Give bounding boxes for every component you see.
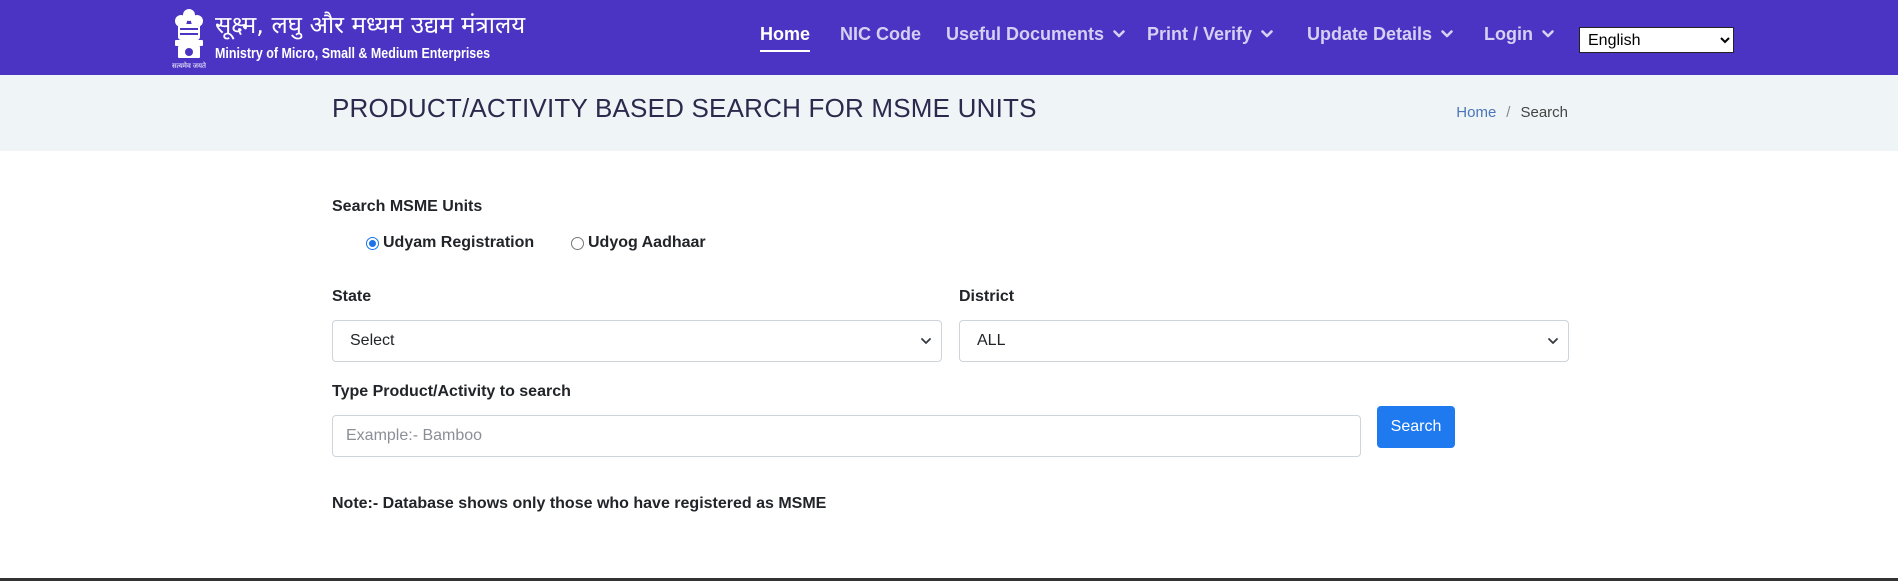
nav-login-label: Login — [1484, 23, 1533, 44]
district-select-value: ALL — [977, 332, 1006, 349]
breadcrumb-home-link[interactable]: Home — [1456, 104, 1496, 121]
radio-udyam-registration[interactable]: Udyam Registration — [366, 234, 534, 252]
chevron-down-icon — [1441, 30, 1453, 38]
radio-udyog-indicator[interactable] — [571, 236, 584, 250]
product-activity-input[interactable] — [332, 415, 1361, 457]
nav-nic-code-label: NIC Code — [840, 23, 921, 44]
breadcrumb-separator: / — [1506, 104, 1511, 121]
database-note: Note:- Database shows only those who hav… — [332, 495, 827, 512]
radio-udyam-label[interactable]: Udyam Registration — [383, 234, 534, 252]
district-label: District — [959, 288, 1015, 305]
language-select[interactable]: English — [1579, 27, 1734, 53]
nav-useful-documents[interactable]: Useful Documents — [946, 22, 1126, 46]
nav-update-details-label: Update Details — [1307, 23, 1433, 44]
nav-nic-code[interactable]: NIC Code — [840, 22, 921, 46]
search-button[interactable]: Search — [1377, 406, 1455, 448]
nav-home-label: Home — [760, 23, 811, 44]
nav-update-details[interactable]: Update Details — [1307, 22, 1454, 46]
state-select[interactable]: Select — [332, 320, 942, 362]
brand-title-english: Ministry of Micro, Small & Medium Enterp… — [215, 46, 491, 62]
nav-login[interactable]: Login — [1484, 22, 1555, 46]
district-select[interactable]: ALL — [959, 320, 1569, 362]
nav-print-verify[interactable]: Print / Verify — [1147, 22, 1274, 46]
national-emblem-icon — [175, 9, 203, 58]
breadcrumb: Home / Search — [1456, 104, 1568, 121]
chevron-down-icon — [921, 338, 931, 344]
nav-print-verify-label: Print / Verify — [1147, 23, 1253, 44]
breadcrumb-current: Search — [1520, 104, 1568, 121]
chevron-down-icon — [1542, 30, 1554, 38]
chevron-down-icon — [1113, 30, 1125, 38]
chevron-down-icon — [1548, 338, 1558, 344]
search-units-label: Search MSME Units — [332, 198, 483, 215]
page-title: PRODUCT/ACTIVITY BASED SEARCH FOR MSME U… — [332, 93, 1037, 123]
state-select-value: Select — [350, 332, 395, 349]
nav-useful-documents-label: Useful Documents — [946, 23, 1105, 44]
product-activity-label: Type Product/Activity to search — [332, 383, 571, 400]
nav-home[interactable]: Home — [760, 22, 811, 52]
page-title-band: PRODUCT/ACTIVITY BASED SEARCH FOR MSME U… — [0, 75, 1898, 151]
radio-udyam-indicator[interactable] — [366, 236, 379, 250]
state-label: State — [332, 288, 372, 305]
chevron-down-icon — [1261, 30, 1273, 38]
radio-udyog-aadhaar[interactable]: Udyog Aadhaar — [571, 234, 706, 252]
brand-title-hindi: सूक्ष्म, लघु और मध्यम उद्यम मंत्रालय — [215, 11, 526, 39]
emblem-caption: सत्यमेव जयते — [171, 63, 207, 70]
radio-udyog-label[interactable]: Udyog Aadhaar — [588, 234, 706, 252]
top-navbar: सत्यमेव जयते सूक्ष्म, लघु और मध्यम उद्यम… — [0, 0, 1898, 75]
